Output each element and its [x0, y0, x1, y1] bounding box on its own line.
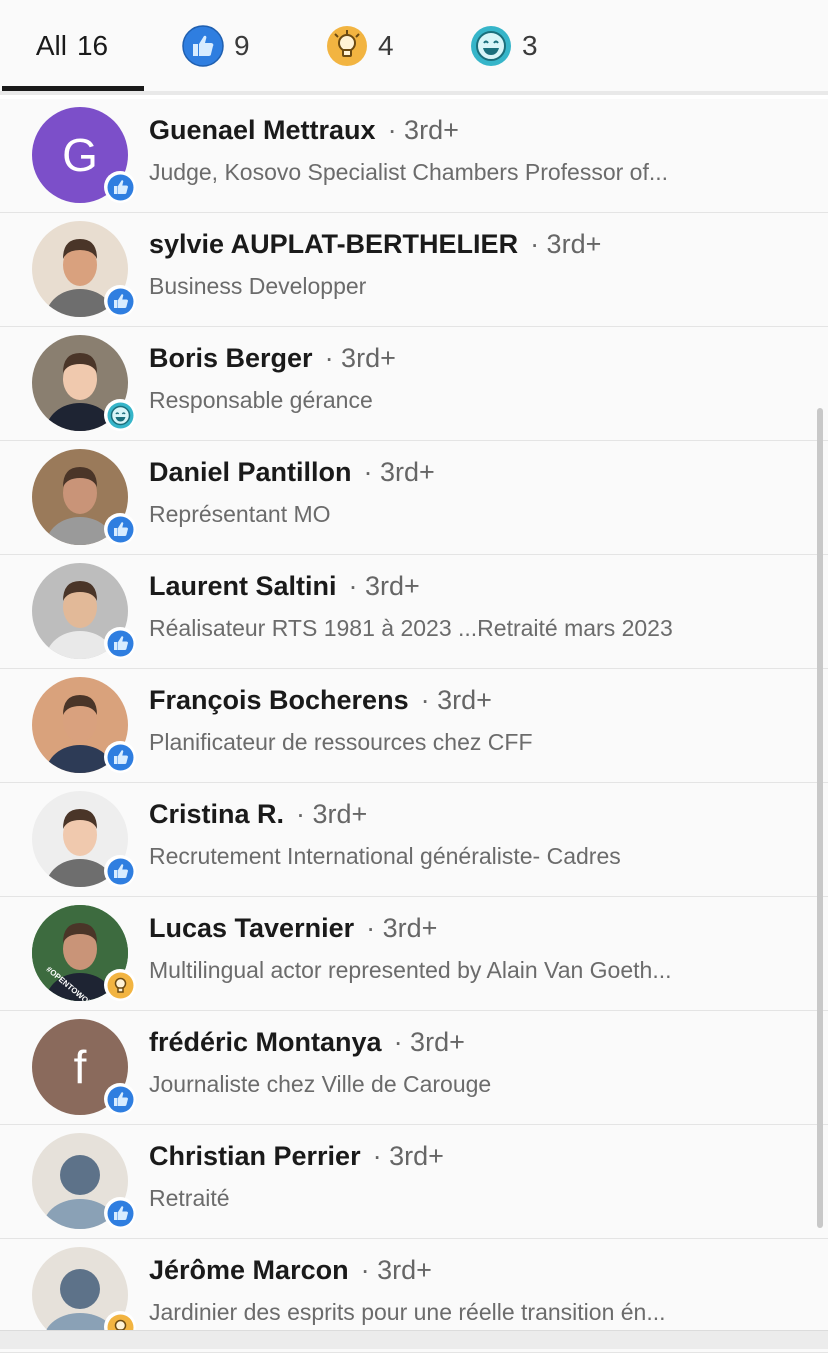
like-icon [104, 171, 136, 203]
insightful-icon [326, 25, 368, 67]
tab-all[interactable]: All 16 [0, 0, 144, 91]
scrollbar[interactable] [817, 408, 823, 1228]
name-line: Daniel Pantillon · 3rd+ [149, 457, 435, 488]
reactor-row[interactable]: Boris Berger · 3rd+ Responsable gérance [0, 327, 828, 441]
name-line: Laurent Saltini · 3rd+ [149, 571, 420, 602]
like-icon [104, 855, 136, 887]
like-icon [104, 627, 136, 659]
reactor-name[interactable]: frédéric Montanya [149, 1027, 382, 1057]
reactor-headline: Réalisateur RTS 1981 à 2023 ...Retraité … [149, 615, 673, 641]
connection-degree: · 3rd+ [363, 457, 435, 487]
name-line: Lucas Tavernier · 3rd+ [149, 913, 437, 944]
reactor-name[interactable]: Daniel Pantillon [149, 457, 352, 487]
like-icon [104, 285, 136, 317]
reactor-row[interactable]: Christian Perrier · 3rd+ Retraité [0, 1125, 828, 1239]
name-line: Boris Berger · 3rd+ [149, 343, 396, 374]
funny-icon [104, 399, 136, 431]
reactor-row[interactable]: Cristina R. · 3rd+ Recrutement Internation… [0, 783, 828, 897]
reactor-headline: Multilingual actor represented by Alain … [149, 957, 672, 983]
name-line: Guenael Mettraux · 3rd+ [149, 115, 459, 146]
reactor-name[interactable]: Christian Perrier [149, 1141, 361, 1171]
reactor-name[interactable]: François Bocherens [149, 685, 409, 715]
connection-degree: · 3rd+ [420, 685, 492, 715]
name-line: Jérôme Marcon · 3rd+ [149, 1255, 432, 1286]
like-icon [104, 513, 136, 545]
name-line: sylvie AUPLAT-BERTHELIER · 3rd+ [149, 229, 601, 260]
tab-like[interactable]: 9 [182, 0, 250, 91]
connection-degree: · 3rd+ [296, 799, 368, 829]
tab-like-count: 9 [234, 29, 250, 61]
connection-degree: · 3rd+ [393, 1027, 465, 1057]
connection-degree: · 3rd+ [387, 115, 459, 145]
reactor-headline: Responsable gérance [149, 387, 373, 413]
reactor-headline: Jardinier des esprits pour une réelle tr… [149, 1299, 666, 1325]
reactor-row[interactable]: François Bocherens · 3rd+ Planificateur de… [0, 669, 828, 783]
like-icon [182, 24, 224, 67]
reactor-name[interactable]: sylvie AUPLAT-BERTHELIER [149, 229, 518, 259]
reactor-name[interactable]: Jérôme Marcon [149, 1255, 349, 1285]
connection-degree: · 3rd+ [372, 1141, 444, 1171]
name-line: Christian Perrier · 3rd+ [149, 1141, 444, 1172]
reactor-row[interactable]: f frédéric Montanya · 3rd+ Journaliste chez… [0, 1011, 828, 1125]
insightful-icon [104, 969, 136, 1001]
avatar-initial: f [73, 1041, 87, 1093]
reactor-row[interactable]: Laurent Saltini · 3rd+ Réalisateur RTS 198… [0, 555, 828, 669]
like-icon [104, 1083, 136, 1115]
connection-degree: · 3rd+ [366, 913, 438, 943]
tab-insightful-count: 4 [378, 29, 394, 61]
name-line: François Bocherens · 3rd+ [149, 685, 492, 716]
connection-degree: · 3rd+ [348, 571, 420, 601]
like-icon [104, 741, 136, 773]
reactor-row[interactable]: #OPENTOWORK Lucas Tavernier · 3rd+ Multilin… [0, 897, 828, 1011]
reactor-headline: Représentant MO [149, 501, 331, 527]
reactor-headline: Judge, Kosovo Specialist Chambers Profes… [149, 159, 669, 185]
reactor-name[interactable]: Cristina R. [149, 799, 284, 829]
tab-insightful[interactable]: 4 [326, 0, 394, 91]
like-icon [104, 1197, 136, 1229]
connection-degree: · 3rd+ [360, 1255, 432, 1285]
tab-all-label: All [35, 29, 67, 61]
reactor-row[interactable]: Daniel Pantillon · 3rd+ Représentant MO [0, 441, 828, 555]
reactor-headline: Retraité [149, 1185, 230, 1211]
tab-funny-count: 3 [522, 29, 538, 61]
funny-icon [470, 25, 512, 67]
connection-degree: · 3rd+ [324, 343, 396, 373]
bottom-edge [0, 1330, 828, 1349]
reactor-headline: Journaliste chez Ville de Carouge [149, 1071, 492, 1097]
reaction-filter-tabs: All 16 9 4 3 [0, 0, 828, 95]
tab-all-count: 16 [76, 29, 109, 61]
reactor-row[interactable]: sylvie AUPLAT-BERTHELIER · 3rd+ Business D… [0, 213, 828, 327]
avatar-initial: G [62, 129, 98, 181]
reactor-name[interactable]: Laurent Saltini [149, 571, 337, 601]
connection-degree: · 3rd+ [530, 229, 602, 259]
tab-funny[interactable]: 3 [470, 0, 538, 91]
reactor-list: G Guenael Mettraux · 3rd+ Judge, Kosovo Spe… [0, 99, 828, 1353]
name-line: frédéric Montanya · 3rd+ [149, 1027, 465, 1058]
reactor-headline: Recrutement International généraliste- C… [149, 843, 621, 869]
reactor-name[interactable]: Boris Berger [149, 343, 313, 373]
name-line: Cristina R. · 3rd+ [149, 799, 367, 830]
reactor-headline: Business Developper [149, 273, 367, 299]
reactor-headline: Planificateur de ressources chez CFF [149, 729, 533, 755]
reactor-row[interactable]: G Guenael Mettraux · 3rd+ Judge, Kosovo Spe… [0, 99, 828, 213]
reactor-name[interactable]: Guenael Mettraux [149, 115, 376, 145]
reactor-name[interactable]: Lucas Tavernier [149, 913, 354, 943]
